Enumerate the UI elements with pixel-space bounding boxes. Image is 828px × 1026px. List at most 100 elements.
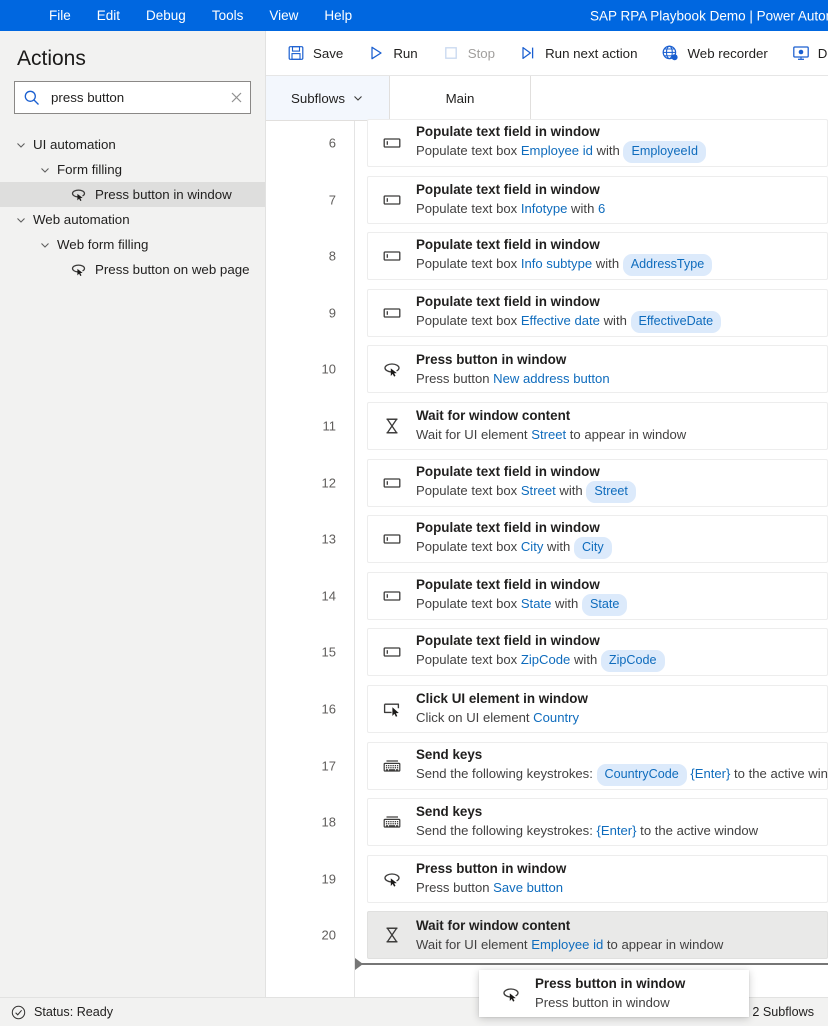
search-input[interactable]	[41, 90, 229, 105]
menu-item-debug[interactable]: Debug	[133, 5, 199, 27]
action-link[interactable]: Street	[521, 483, 556, 498]
action-link[interactable]: {Enter}	[597, 823, 637, 838]
action-number: 11	[322, 418, 337, 434]
tab-subflows[interactable]: Subflows	[266, 76, 390, 120]
action-row[interactable]: Populate text field in window Populate te…	[367, 515, 828, 564]
action-link[interactable]: City	[521, 539, 544, 554]
action-description: Populate text box State with State	[416, 593, 628, 616]
action-text: Populate text field in window Populate te…	[416, 632, 665, 673]
action-text: Send keys Send the following keystrokes: …	[416, 803, 758, 841]
run-button[interactable]: Run	[357, 37, 427, 69]
action-number: 17	[321, 758, 336, 774]
press-button-icon	[501, 984, 521, 1004]
menu-item-help[interactable]: Help	[311, 5, 365, 27]
action-row[interactable]: Click UI element in window Click on UI el…	[367, 685, 828, 733]
run-next-action-button[interactable]: Run next action	[509, 37, 647, 69]
drag-ghost-title: Press button in window	[535, 976, 686, 992]
action-row[interactable]: Populate text field in window Populate te…	[367, 119, 828, 167]
variable-pill[interactable]: Street	[586, 480, 636, 503]
action-description: Send the following keystrokes: CountryCo…	[416, 763, 828, 786]
variable-pill[interactable]: City	[573, 537, 612, 560]
action-row[interactable]: Populate text field in window Populate te…	[367, 458, 828, 507]
tree-group-web-form-filling[interactable]: Web form filling	[0, 232, 265, 257]
action-row[interactable]: Populate text field in window Populate te…	[367, 288, 828, 337]
action-number: 10	[321, 361, 336, 377]
action-title: Send keys	[416, 804, 483, 820]
action-row[interactable]: Populate text field in window Populate te…	[367, 175, 828, 224]
action-row[interactable]: Wait for window content Wait for UI eleme…	[367, 911, 828, 960]
web-recorder-button[interactable]: Web recorder	[651, 37, 777, 69]
action-link[interactable]: Street	[531, 427, 566, 442]
tree-group-web-automation[interactable]: Web automation	[0, 207, 265, 232]
tree-group-form-filling[interactable]: Form filling	[0, 157, 265, 182]
variable-pill[interactable]: EffectiveDate	[630, 310, 722, 333]
action-row[interactable]: Send keys Send the following keystrokes: …	[367, 798, 828, 847]
menu-item-view[interactable]: View	[256, 5, 311, 27]
variable-pill[interactable]: AddressType	[622, 254, 713, 277]
desktop-recorder-label: Desktop recorder	[817, 45, 828, 61]
action-link[interactable]: New address button	[493, 371, 609, 386]
action-text-fragment: with	[599, 312, 631, 328]
action-text-fragment: to the active window	[636, 823, 759, 839]
action-text-fragment: to appear in window	[603, 936, 724, 952]
flow-tabs: Subflows Main	[266, 76, 828, 121]
action-title: Populate text field in window	[416, 633, 600, 649]
save-label: Save	[313, 45, 344, 61]
action-link[interactable]: ZipCode	[521, 652, 571, 667]
action-row[interactable]: Press button in window Press button New a…	[367, 345, 828, 394]
hourglass-icon	[382, 925, 402, 945]
action-link[interactable]: Effective date	[521, 313, 600, 328]
actions-tree: UI automation Form filling Press button …	[0, 126, 265, 282]
chevron-down-icon	[14, 138, 28, 152]
action-link[interactable]: {Enter}	[690, 766, 730, 781]
action-link[interactable]: Save button	[493, 880, 563, 895]
action-text-fragment: to appear in window	[566, 427, 687, 443]
variable-pill[interactable]: State	[581, 593, 628, 616]
hourglass-icon	[382, 416, 402, 436]
search-box[interactable]	[14, 81, 251, 114]
action-link[interactable]: Infotype	[521, 201, 568, 216]
action-link[interactable]: Employee id	[531, 937, 603, 952]
tree-group-ui-automation[interactable]: UI automation	[0, 132, 265, 157]
stop-label: Stop	[467, 45, 496, 61]
action-text: Populate text field in window Populate te…	[416, 293, 722, 333]
action-link[interactable]: Info subtype	[521, 256, 592, 271]
action-text-fragment: Click on UI element	[416, 710, 534, 726]
save-button[interactable]: Save	[277, 37, 353, 69]
variable-pill[interactable]: CountryCode	[596, 763, 687, 786]
menu-item-file[interactable]: File	[36, 5, 84, 27]
action-rows[interactable]: Populate text field in window Populate te…	[355, 119, 828, 997]
press-button-icon	[70, 186, 87, 203]
action-text: Wait for window content Wait for UI eleme…	[416, 917, 723, 955]
tree-label: Form filling	[57, 162, 123, 177]
press-button-icon	[382, 869, 402, 889]
chevron-down-icon	[38, 163, 52, 177]
action-link[interactable]: 6	[598, 201, 605, 216]
sidebar-item-press-button-on-web-page[interactable]: Press button on web page	[0, 257, 265, 282]
action-text-fragment: with	[592, 256, 623, 272]
action-row[interactable]: Send keys Send the following keystrokes: …	[367, 741, 828, 790]
sidebar-item-press-button-in-window[interactable]: Press button in window	[0, 182, 265, 207]
action-row[interactable]: Wait for window content Wait for UI eleme…	[367, 402, 828, 450]
action-row[interactable]: Populate text field in window Populate te…	[367, 232, 828, 281]
desktop-recorder-button[interactable]: Desktop recorder	[782, 37, 828, 69]
variable-pill[interactable]: EmployeeId	[623, 141, 706, 163]
variable-pill[interactable]: ZipCode	[600, 650, 665, 673]
menu-item-tools[interactable]: Tools	[199, 5, 257, 27]
action-link[interactable]: Employee id	[521, 143, 593, 158]
action-description: Wait for UI element Employee id to appea…	[416, 935, 723, 955]
action-number: 6	[328, 135, 336, 151]
action-row[interactable]: Populate text field in window Populate te…	[367, 571, 828, 620]
stop-button[interactable]: Stop	[432, 37, 505, 69]
status-left: Status: Ready	[0, 1005, 113, 1020]
flow-toolbar: Save Run Stop Run next action Web record…	[266, 31, 828, 76]
action-link[interactable]: State	[521, 596, 552, 611]
action-link[interactable]: Country	[533, 710, 579, 725]
action-description: Populate text box Effective date with Ef…	[416, 310, 722, 333]
menu-item-edit[interactable]: Edit	[84, 5, 133, 27]
action-number: 18	[321, 814, 336, 830]
action-row[interactable]: Populate text field in window Populate te…	[367, 628, 828, 677]
action-row[interactable]: Press button in window Press button Save …	[367, 854, 828, 903]
close-icon[interactable]	[229, 90, 244, 105]
tab-main[interactable]: Main	[390, 76, 531, 121]
